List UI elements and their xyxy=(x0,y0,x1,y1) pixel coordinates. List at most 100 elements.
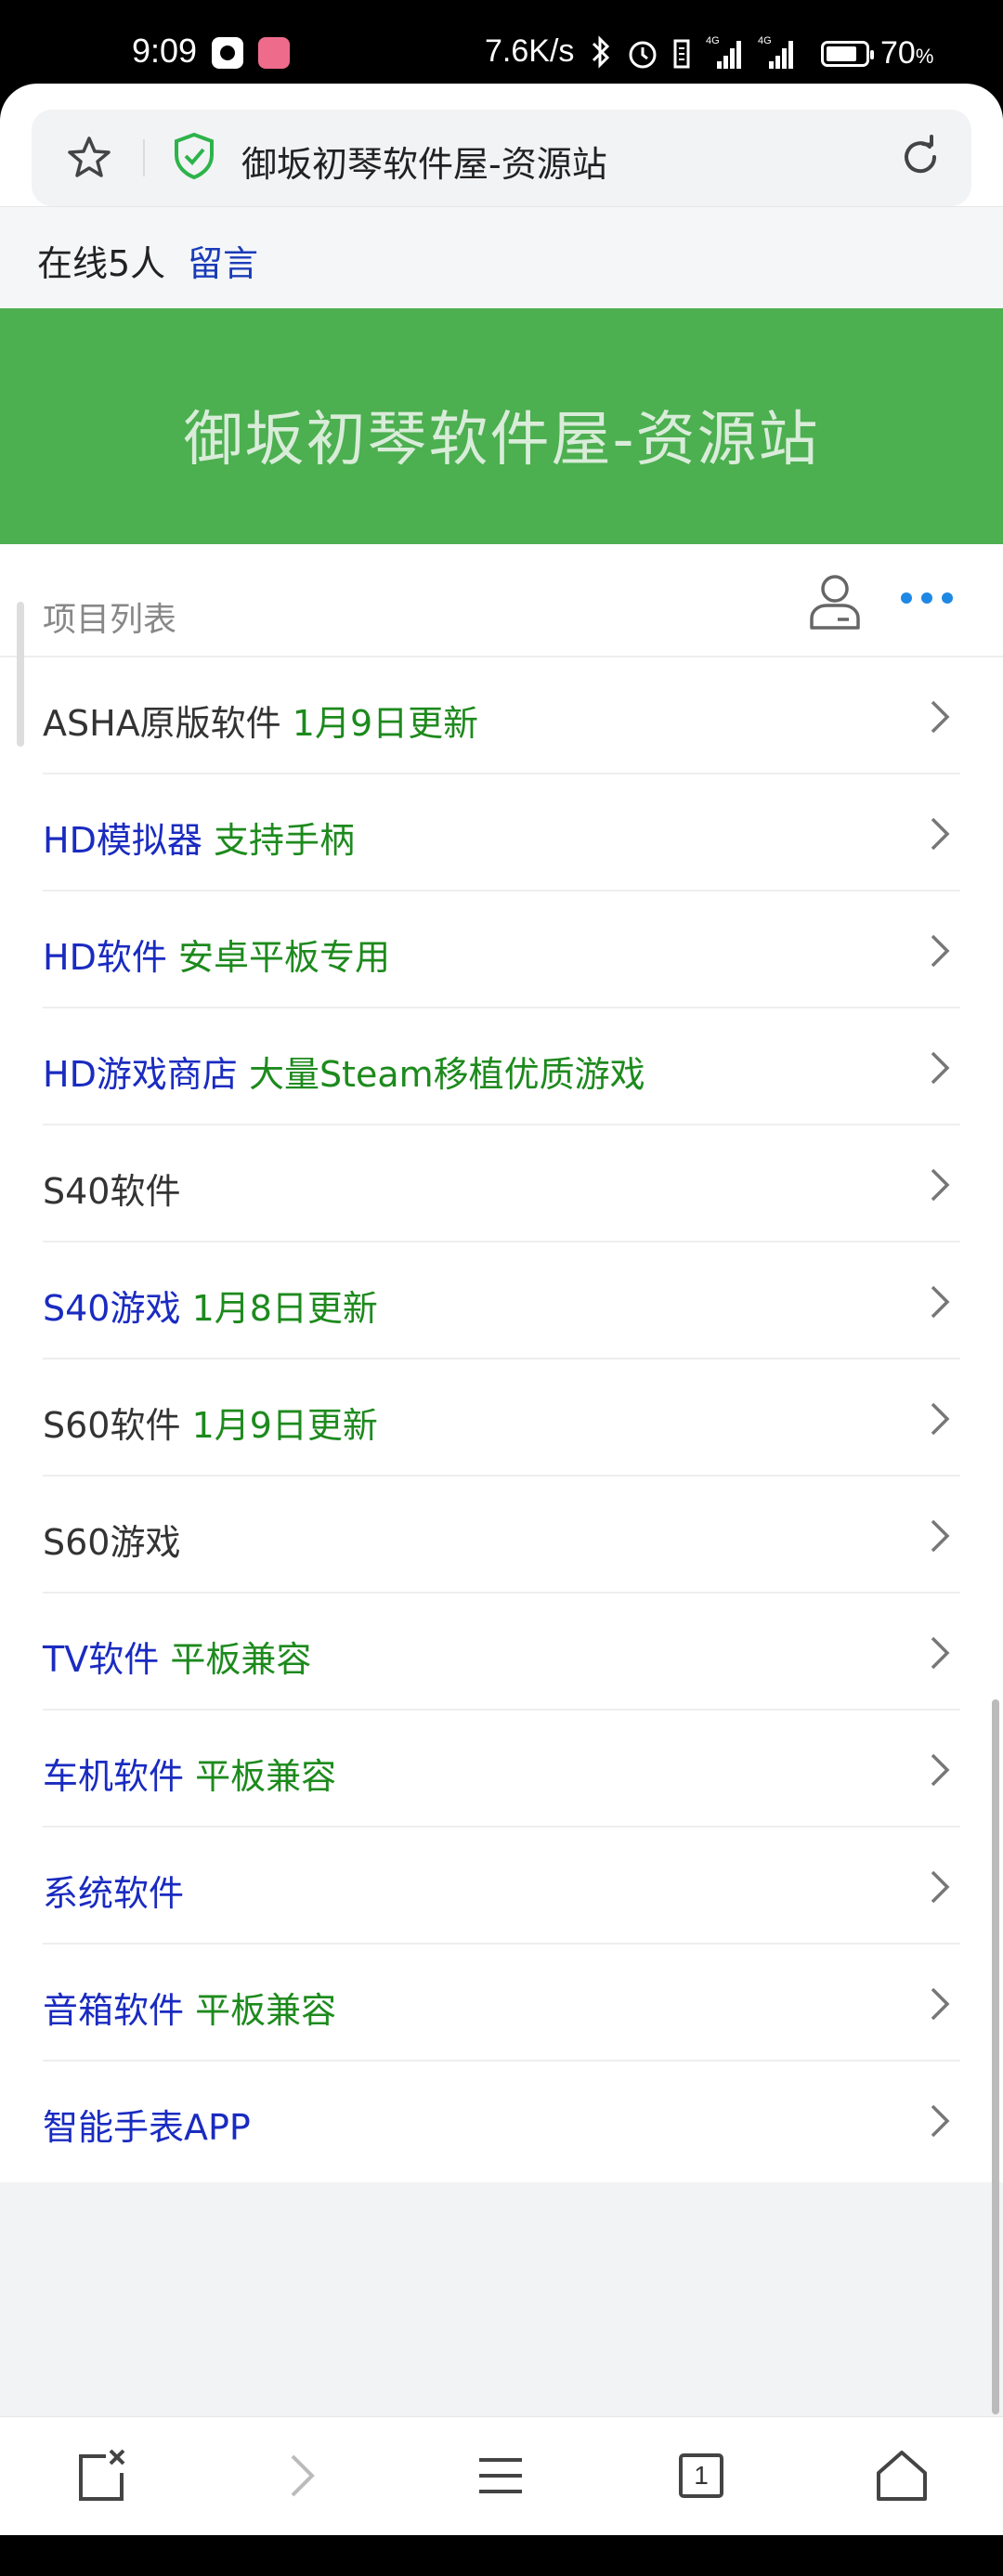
banner-title: 御坂初琴软件屋-资源站 xyxy=(183,406,820,475)
list-item[interactable]: 智能手表APP xyxy=(0,2062,1003,2179)
scrollbar[interactable] xyxy=(992,1699,999,2414)
list-item-label: ASHA原版软件 1月9日更新 xyxy=(43,695,478,746)
page-title[interactable]: 御坂初琴软件屋-资源站 xyxy=(241,136,607,187)
list-item-label: 车机软件 平板兼容 xyxy=(43,1748,336,1799)
address-bar[interactable]: 御坂初琴软件屋-资源站 xyxy=(32,110,971,206)
list-item-title: S60软件 xyxy=(43,1405,181,1446)
list-item-note: 安卓平板专用 xyxy=(177,937,390,978)
message-link[interactable]: 留言 xyxy=(188,235,258,286)
list-item-label: TV软件 平板兼容 xyxy=(43,1631,311,1682)
chevron-right-icon xyxy=(929,1400,951,1438)
list-item[interactable]: S60软件 1月9日更新 xyxy=(0,1360,1003,1477)
web-page: 在线5人 留言 御坂初琴软件屋-资源站 项目列表 ASHA原版软件 1月9日更新… xyxy=(0,206,1003,2416)
tabs-icon[interactable]: 1 xyxy=(669,2443,734,2508)
list-item-note: 1月9日更新 xyxy=(191,1405,378,1446)
list-item-label: 系统软件 xyxy=(43,1865,184,1916)
list-item[interactable]: HD软件 安卓平板专用 xyxy=(0,891,1003,1008)
star-icon[interactable] xyxy=(65,134,113,182)
list-item[interactable]: HD模拟器 支持手柄 xyxy=(0,774,1003,891)
chevron-right-icon xyxy=(929,1049,951,1086)
list-item[interactable]: S60游戏 xyxy=(0,1477,1003,1594)
list-item-label: S60游戏 xyxy=(43,1514,180,1565)
list-item-label: HD游戏商店 大量Steam移植优质游戏 xyxy=(43,1046,645,1097)
signal-4g-icon: 4G xyxy=(706,35,741,69)
shield-check-icon[interactable] xyxy=(173,132,215,180)
notification-app-icon-2 xyxy=(258,37,290,69)
list-item-label: HD软件 安卓平板专用 xyxy=(43,929,390,980)
list-item-title: TV软件 xyxy=(43,1639,160,1680)
list-item-label: 智能手表APP xyxy=(43,2099,251,2150)
chevron-right-icon xyxy=(929,2102,951,2140)
battery-icon xyxy=(821,41,874,67)
bluetooth-icon xyxy=(591,35,611,73)
list-item-title: HD软件 xyxy=(43,937,167,978)
list-item[interactable]: S40软件 xyxy=(0,1125,1003,1242)
status-time: 9:09 xyxy=(132,32,198,70)
chevron-right-icon xyxy=(929,815,951,852)
list-item-title: 系统软件 xyxy=(43,1873,185,1914)
list-item-note: 1月9日更新 xyxy=(292,703,479,744)
alarm-icon xyxy=(626,37,659,75)
chevron-right-icon xyxy=(929,1517,951,1555)
list-item-title: S40游戏 xyxy=(43,1288,181,1329)
more-icon[interactable] xyxy=(897,589,957,607)
tab-count: 1 xyxy=(694,2461,709,2490)
user-icon[interactable] xyxy=(806,570,864,631)
battery-percent: 70% xyxy=(880,35,934,71)
reload-icon[interactable] xyxy=(897,134,944,180)
list-header: 项目列表 xyxy=(0,544,1003,657)
vibrate-icon xyxy=(672,39,695,73)
menu-icon[interactable] xyxy=(468,2443,533,2508)
site-banner: 御坂初琴软件屋-资源站 xyxy=(0,308,1003,544)
chevron-right-icon xyxy=(929,1868,951,1906)
status-bar: 9:09 7.6K/s 4G 4G 70% xyxy=(0,0,1003,84)
list-item-title: HD模拟器 xyxy=(43,820,202,861)
chevron-right-icon xyxy=(929,698,951,735)
list-item-title: ASHA原版软件 xyxy=(43,703,281,744)
list-item-label: S40游戏 1月8日更新 xyxy=(43,1280,378,1331)
list-item[interactable]: TV软件 平板兼容 xyxy=(0,1594,1003,1711)
list-item[interactable]: 音箱软件 平板兼容 xyxy=(0,1945,1003,2062)
list-item-note: 平板兼容 xyxy=(170,1639,312,1680)
chevron-right-icon xyxy=(929,1634,951,1672)
project-list: 项目列表 ASHA原版软件 1月9日更新 HD模拟器 支持手柄 HD软件 安卓平板专… xyxy=(0,544,1003,2182)
list-item-title: 音箱软件 xyxy=(43,1990,185,2031)
list-item[interactable]: 系统软件 xyxy=(0,1828,1003,1945)
list-item-title: 智能手表APP xyxy=(43,2107,251,2148)
list-item-note: 大量Steam移植优质游戏 xyxy=(248,1054,645,1095)
list-item[interactable]: ASHA原版软件 1月9日更新 xyxy=(0,657,1003,774)
list-item-note: 支持手柄 xyxy=(213,820,355,861)
list-item-title: S60游戏 xyxy=(43,1522,181,1563)
forward-icon[interactable] xyxy=(267,2443,332,2508)
list-item-label: 音箱软件 平板兼容 xyxy=(43,1982,336,2033)
network-speed: 7.6K/s xyxy=(485,33,575,69)
list-item[interactable]: HD游戏商店 大量Steam移植优质游戏 xyxy=(0,1008,1003,1125)
chevron-right-icon xyxy=(929,1985,951,2023)
scroll-indicator-left xyxy=(17,602,24,747)
close-tab-icon[interactable] xyxy=(69,2443,134,2508)
home-icon[interactable] xyxy=(869,2443,934,2508)
list-item-label: S60软件 1月9日更新 xyxy=(43,1397,378,1448)
list-item-label: HD模拟器 支持手柄 xyxy=(43,812,355,863)
list-item-note: 1月8日更新 xyxy=(191,1288,378,1329)
list-item-title: 车机软件 xyxy=(43,1756,185,1797)
list-item[interactable]: S40游戏 1月8日更新 xyxy=(0,1242,1003,1360)
divider xyxy=(143,139,145,176)
system-home-bar xyxy=(0,2535,1003,2576)
list-header-title: 项目列表 xyxy=(43,601,177,639)
chevron-right-icon xyxy=(929,1166,951,1203)
notification-app-icon xyxy=(212,37,243,69)
list-item-note: 平板兼容 xyxy=(195,1990,337,2031)
chevron-right-icon xyxy=(929,1283,951,1321)
list-item-label: S40软件 xyxy=(43,1163,180,1214)
chevron-right-icon xyxy=(929,1751,951,1789)
online-count: 在线5人 xyxy=(37,243,166,284)
chevron-right-icon xyxy=(929,932,951,969)
browser-toolbar: 御坂初琴软件屋-资源站 xyxy=(0,84,1003,206)
browser-bottom-nav: 1 xyxy=(0,2416,1003,2535)
list-item[interactable]: 车机软件 平板兼容 xyxy=(0,1711,1003,1828)
signal-4g-icon-2: 4G xyxy=(758,35,793,69)
list-item-title: S40软件 xyxy=(43,1171,181,1212)
list-item-note: 平板兼容 xyxy=(195,1756,337,1797)
online-status-row: 在线5人 留言 xyxy=(0,206,1003,308)
